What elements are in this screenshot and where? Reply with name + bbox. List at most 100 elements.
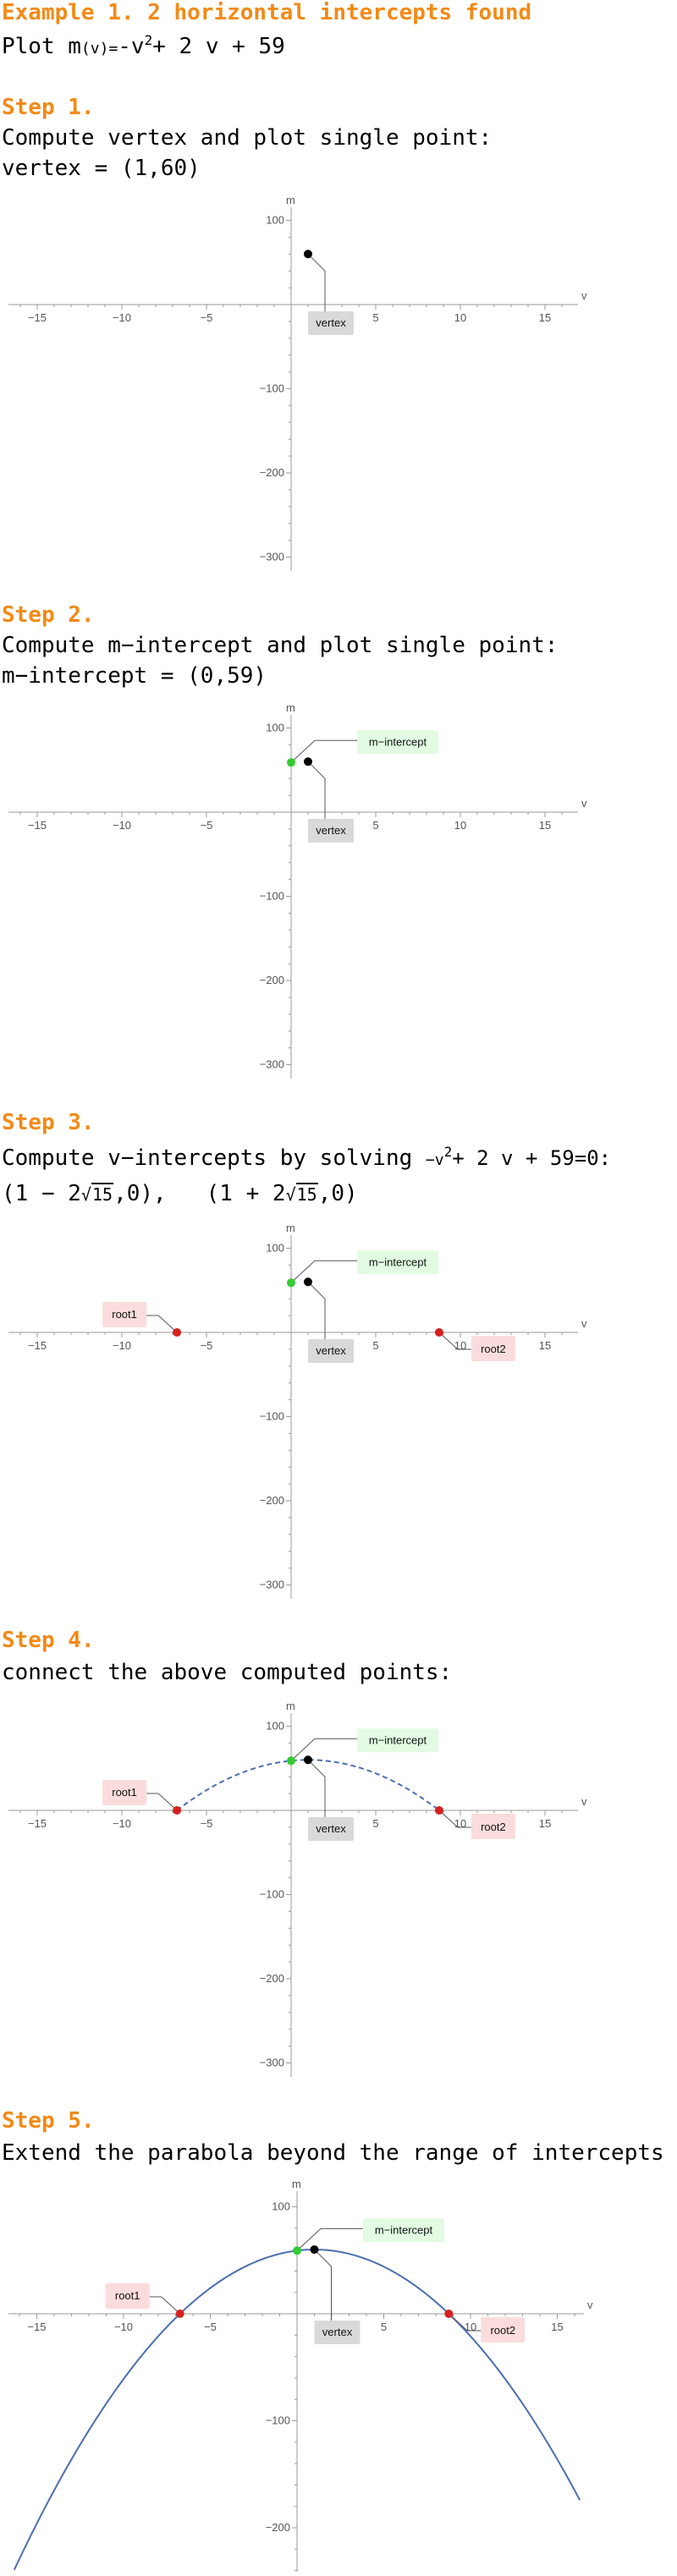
m-intercept-point <box>293 2246 301 2255</box>
m-intercept-label: m−intercept <box>369 1255 427 1268</box>
root2-b: ,0) <box>317 1181 358 1206</box>
step3-eq-a: −v <box>425 1151 444 1169</box>
y-tick-label: −200 <box>260 1972 284 1985</box>
x-tick-label: 5 <box>372 1339 378 1352</box>
sqrt-symbol: √15 <box>80 1183 114 1205</box>
root1-radicand: 15 <box>91 1183 114 1205</box>
root2-expr: (1 + 2√15,0) <box>206 1181 358 1206</box>
x-tick-label: 15 <box>539 819 551 832</box>
y-axis-label: m <box>286 194 295 206</box>
x-tick-label: 15 <box>551 2321 563 2333</box>
y-tick-label: 100 <box>266 722 284 734</box>
step4-text: connect the above computed points: <box>2 1660 453 1685</box>
vertex-label: vertex <box>316 316 346 329</box>
y-tick-label: −200 <box>260 1494 284 1507</box>
m-intercept-label: m−intercept <box>369 735 427 748</box>
x-tick-label: 5 <box>372 1817 378 1830</box>
step2-text: Compute m−intercept and plot single poin… <box>2 633 559 658</box>
plot-arg: (v) <box>80 40 109 58</box>
plot-rhs-a: -v <box>118 34 145 59</box>
x-tick-label: 10 <box>454 1339 466 1352</box>
y-tick-label: −200 <box>260 974 284 986</box>
root2-label: root2 <box>490 2324 515 2337</box>
root2-point <box>434 1806 443 1815</box>
y-axis-label: m <box>286 1700 295 1712</box>
m-intercept-label: m−intercept <box>375 2223 433 2236</box>
x-tick-label: 5 <box>381 2321 387 2333</box>
root1-leader-line <box>146 1315 178 1333</box>
step1-heading: Step 1. <box>2 95 95 120</box>
y-axis-label: m <box>286 701 295 714</box>
step1-text: Compute vertex and plot single point: <box>2 125 493 151</box>
vertex-label: vertex <box>316 824 346 837</box>
y-tick-label: 100 <box>272 2200 290 2213</box>
root1-a: (1 − 2 <box>2 1181 81 1206</box>
x-axis-label: v <box>581 289 587 302</box>
root1-point <box>173 1806 182 1815</box>
plot-rhs-b: + 2 v + 59 <box>152 34 285 59</box>
y-tick-label: −100 <box>260 890 284 903</box>
vertex-leader-line <box>307 253 326 311</box>
m-intercept-leader-line <box>290 1260 357 1283</box>
step5-text: Extend the parabola beyond the range of … <box>2 2140 664 2166</box>
y-tick-label: −200 <box>260 466 284 479</box>
x-tick-label: 5 <box>372 311 378 324</box>
vertex-point <box>304 1755 312 1765</box>
step3-eq-exp: 2 <box>443 1144 453 1160</box>
step5-heading: Step 5. <box>2 2108 95 2134</box>
root1-leader-line <box>149 2296 181 2315</box>
step3-text-main: Compute v−intercepts by solving <box>2 1145 413 1171</box>
plot-statement: Plot m(v)=-v2+ 2 v + 59 <box>2 32 285 59</box>
step3-plot: v m −15 −10 −5 5 10 15 100 −100 −200 −300 vertex m−in… <box>8 1222 587 1599</box>
x-tick-label: −10 <box>113 819 131 832</box>
y-tick-label: −300 <box>260 1579 284 1591</box>
y-tick-label: −300 <box>260 551 284 563</box>
x-tick-label: 5 <box>372 819 378 832</box>
y-tick-label: −100 <box>260 1888 284 1901</box>
x-tick-label: −15 <box>28 1817 47 1830</box>
x-axis-label: v <box>587 2299 593 2311</box>
step4-plot: v m −15 −10 −5 5 10 15 100 −100 −200 −300 vertex m−in… <box>8 1700 587 2077</box>
y-tick-label: −300 <box>260 2057 284 2069</box>
x-tick-label: −5 <box>204 2321 217 2333</box>
vertex-leader-line <box>307 1281 326 1339</box>
root1-leader-line <box>146 1793 178 1811</box>
x-tick-label: −10 <box>113 311 131 324</box>
y-axis-label: m <box>292 2178 301 2190</box>
parabola-curve <box>176 1759 440 1811</box>
x-tick-label: −10 <box>114 2321 133 2333</box>
y-tick-label: −200 <box>266 2521 290 2534</box>
step4-heading: Step 4. <box>2 1628 95 1653</box>
x-tick-label: 15 <box>539 1817 551 1830</box>
m-intercept-label: m−intercept <box>369 1733 427 1746</box>
x-tick-label: −15 <box>28 311 47 324</box>
step3-text: Compute v−intercepts by solving −v2+ 2 v… <box>2 1144 611 1171</box>
x-tick-label: −15 <box>27 2321 46 2333</box>
x-tick-label: 15 <box>539 311 551 324</box>
x-tick-label: −10 <box>113 1339 131 1352</box>
x-tick-label: 15 <box>539 1339 551 1352</box>
x-tick-label: −5 <box>201 311 213 324</box>
x-tick-label: 10 <box>454 311 466 324</box>
root1-expr: (1 − 2√15,0), <box>2 1181 167 1206</box>
root1-b: ,0), <box>113 1181 167 1206</box>
root2-label: root2 <box>481 1343 506 1355</box>
vertex-point <box>304 1277 312 1287</box>
step1-result: vertex = (1,60) <box>2 156 201 181</box>
step2-heading: Step 2. <box>2 602 95 628</box>
y-tick-label: −100 <box>260 1410 284 1423</box>
m-intercept-point <box>287 1278 295 1288</box>
page-title: Example 1. 2 horizontal intercepts found <box>2 0 532 25</box>
vertex-label: vertex <box>316 1822 346 1835</box>
m-intercept-point <box>287 758 295 767</box>
root1-label: root1 <box>112 1786 137 1799</box>
m-intercept-point <box>287 1756 295 1766</box>
y-tick-label: 100 <box>266 1720 284 1733</box>
step3-eq-b: + 2 v + 59=0: <box>452 1146 612 1170</box>
plot-rhs-exp: 2 <box>144 32 153 48</box>
root1-label: root1 <box>112 1308 137 1321</box>
y-axis-label: m <box>286 1222 295 1234</box>
step2-plot: v m −15 −10 −5 5 10 15 100 −100 −200 −300 vertex m−in… <box>8 701 587 1079</box>
sqrt-symbol: √15 <box>285 1183 318 1205</box>
x-axis-label: v <box>581 1317 587 1330</box>
